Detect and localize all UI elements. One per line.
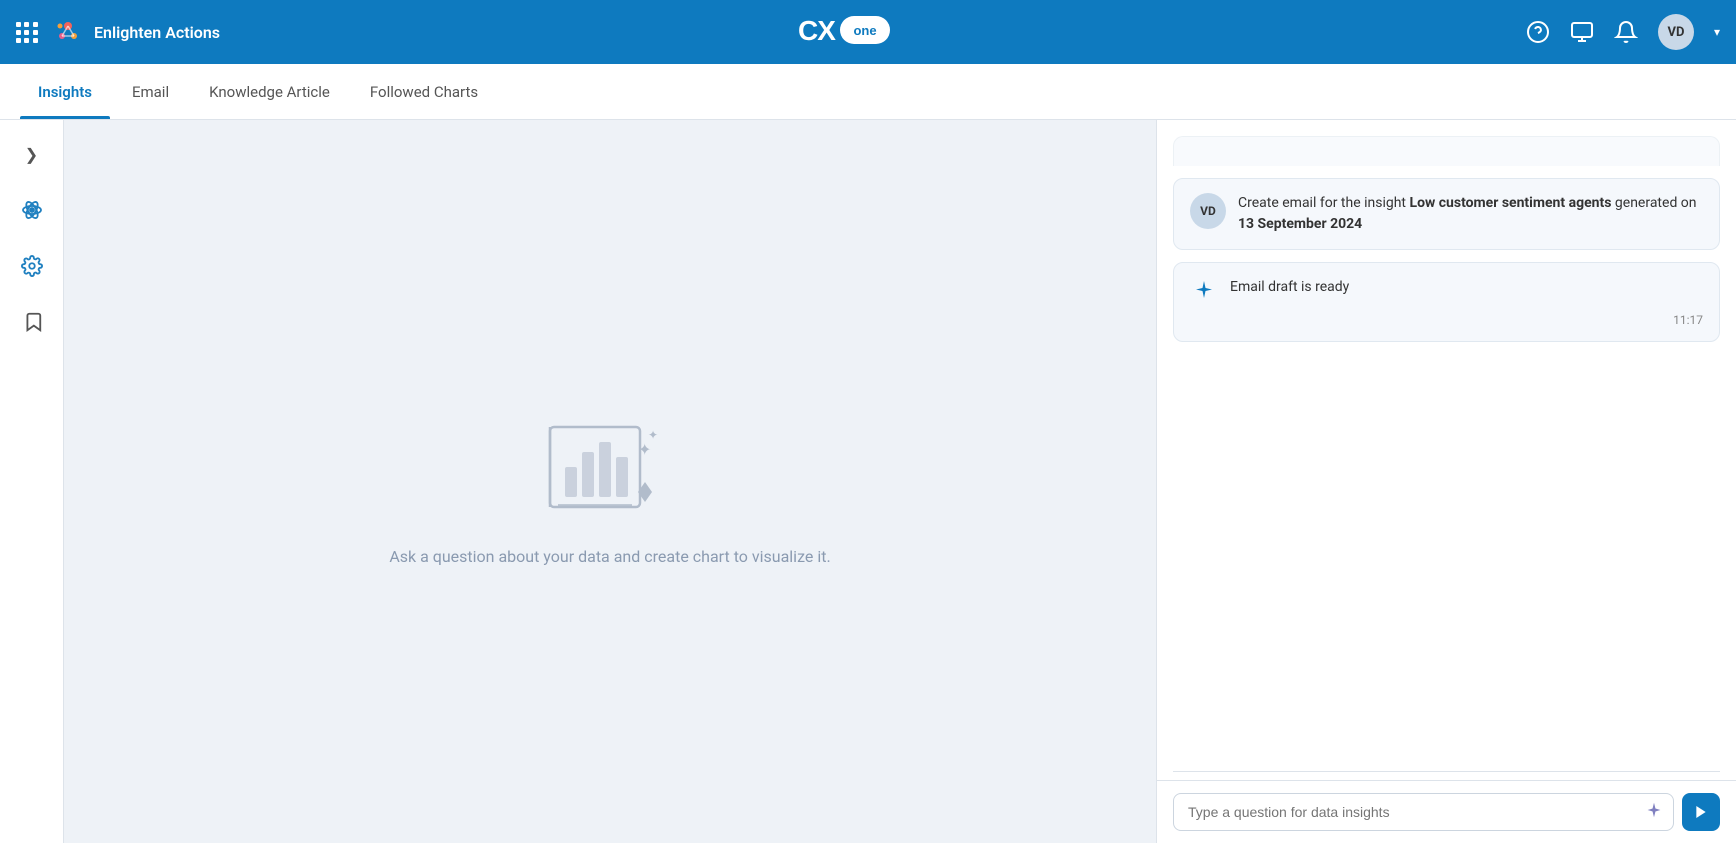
message-card-2: Email draft is ready 11:17 [1173,262,1720,342]
atom-icon[interactable] [14,192,50,228]
msg-bold1: Low customer sentiment agents [1410,195,1612,211]
chat-input[interactable] [1173,793,1674,831]
brand-logo-icon [50,14,86,50]
chat-messages-list: VD Create email for the insight Low cust… [1157,120,1736,763]
empty-state: ✦ ✦ Ask a question about your data and c… [389,397,830,566]
chart-illustration-icon: ✦ ✦ [530,397,690,527]
ai-text-content: Email draft is ready [1230,279,1349,295]
brand-name: Enlighten Actions [94,23,220,42]
main-content-area: ✦ ✦ Ask a question about your data and c… [64,120,1156,843]
chat-input-row [1157,780,1736,843]
svg-text:✦: ✦ [648,428,658,442]
help-icon[interactable] [1526,20,1550,44]
monitor-icon[interactable] [1570,20,1594,44]
tab-bar: Insights Email Knowledge Article Followe… [0,64,1736,120]
tab-knowledge-article[interactable]: Knowledge Article [191,64,348,119]
user-avatar[interactable]: VD [1658,14,1694,50]
avatar-dropdown-chevron[interactable]: ▾ [1714,25,1720,39]
user-message-avatar: VD [1190,193,1226,229]
tab-followed-charts[interactable]: Followed Charts [352,64,496,119]
nav-actions: VD ▾ [1526,14,1720,50]
send-button[interactable] [1682,793,1720,831]
svg-text:one: one [853,23,876,38]
tab-email[interactable]: Email [114,64,187,119]
message-card-0 [1173,136,1720,166]
brand: Enlighten Actions [50,14,220,50]
main-layout: ❯ [0,120,1736,843]
right-chat-panel: VD Create email for the insight Low cust… [1156,120,1736,843]
ai-message-text: Email draft is ready [1230,277,1703,298]
grid-menu-icon[interactable] [16,22,38,43]
top-navbar: Enlighten Actions CX one [0,0,1736,64]
msg-prefix: Create email for the insight [1238,195,1410,211]
user-message-row: VD Create email for the insight Low cust… [1190,193,1703,235]
svg-text:CX: CX [798,15,836,46]
cxone-logo-svg: CX one [788,8,948,52]
svg-text:✦: ✦ [638,440,651,459]
empty-state-text: Ask a question about your data and creat… [389,547,830,566]
ai-sparkle-icon [1190,277,1218,305]
cxone-logo: CX one [788,8,948,56]
bookmark-icon[interactable] [14,304,50,340]
notification-bell-icon[interactable] [1614,20,1638,44]
ai-message-row: Email draft is ready [1190,277,1703,305]
settings-gear-icon[interactable] [14,248,50,284]
left-sidebar: ❯ [0,120,64,843]
chat-input-sparkle-icon [1646,802,1662,822]
tab-insights[interactable]: Insights [20,64,110,119]
chat-divider [1173,771,1720,772]
msg-middle: generated on [1611,195,1696,211]
message-timestamp: 11:17 [1190,313,1703,327]
msg-bold2: 13 September 2024 [1238,216,1362,232]
message-card-1: VD Create email for the insight Low cust… [1173,178,1720,250]
chat-input-wrapper [1173,793,1674,831]
sidebar-expand-chevron[interactable]: ❯ [14,136,50,172]
user-message-text: Create email for the insight Low custome… [1238,193,1703,235]
